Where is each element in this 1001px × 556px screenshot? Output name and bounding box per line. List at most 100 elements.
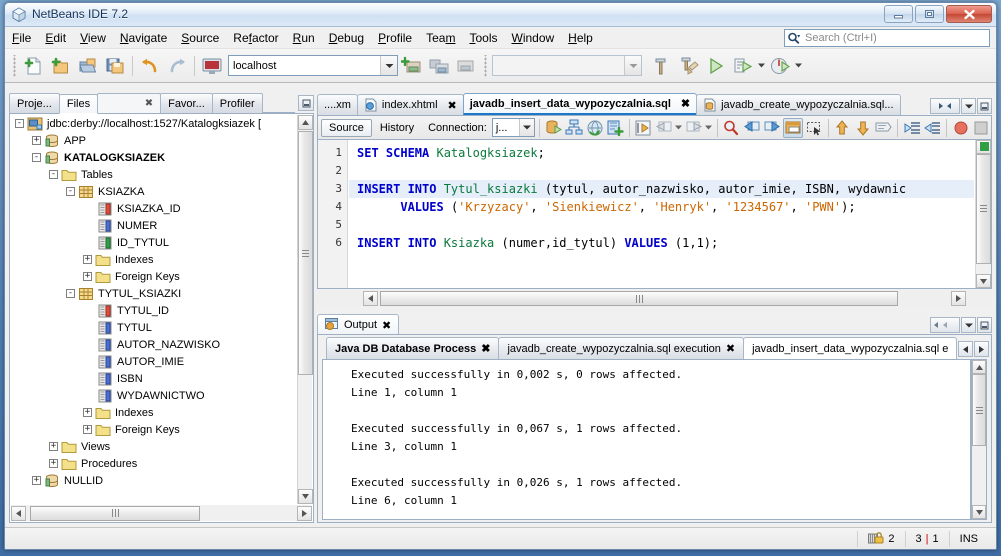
tree-node[interactable]: + NULLID (11, 472, 297, 489)
tab-files[interactable]: Files (58, 94, 99, 114)
toggle-rectangular-selection-button[interactable] (804, 118, 823, 138)
debug-dropdown-arrow[interactable] (757, 56, 766, 76)
code-scroll-right-button[interactable] (951, 291, 966, 306)
output-vertical-scrollbar[interactable] (971, 359, 987, 520)
comment-button[interactable] (874, 118, 893, 138)
output-tab-java-db-process[interactable]: Java DB Database Process ✖ (326, 337, 500, 359)
search-input[interactable]: Search (Ctrl+I) (784, 29, 990, 47)
database-tree[interactable]: - jdbc:derby://localhost:1527/Katalogksia… (11, 115, 297, 504)
chevron-down-icon-2[interactable] (624, 56, 641, 75)
editor-tab-list-button[interactable] (961, 98, 976, 114)
redo-button[interactable] (164, 53, 190, 79)
next-bookmark-button[interactable] (684, 118, 703, 138)
next-error-button[interactable] (853, 118, 872, 138)
notifications-status[interactable]: 2 (857, 530, 904, 547)
code-line[interactable]: VALUES ('Krzyzacy', 'Sienkiewicz', 'Henr… (349, 198, 974, 216)
expand-toggle-icon[interactable]: + (49, 459, 58, 468)
tree-node[interactable]: - Tables (11, 166, 297, 183)
tree-scroll-down-button[interactable] (298, 489, 313, 504)
collapse-toggle-icon[interactable]: - (66, 289, 75, 298)
menu-run[interactable]: Run (286, 28, 322, 48)
shift-left-button[interactable] (902, 118, 921, 138)
tree-node[interactable]: NUMER (11, 217, 297, 234)
tree-node[interactable]: - KATALOGKSIAZEK (11, 149, 297, 166)
tree-node[interactable]: + Indexes (11, 251, 297, 268)
menu-profile[interactable]: Profile (371, 28, 419, 48)
server-stop-button[interactable] (453, 53, 479, 79)
tree-node[interactable]: - TYTUL_KSIAZKI (11, 285, 297, 302)
code-scroll-down-button[interactable] (976, 274, 991, 288)
menu-navigate[interactable]: Navigate (113, 28, 174, 48)
editor-maximize-button[interactable] (977, 98, 992, 114)
editor-tab-insert-sql[interactable]: javadb_insert_data_wypozyczalnia.sql ✖ (462, 93, 698, 115)
output-maximize-button[interactable] (977, 317, 992, 333)
tree-node[interactable]: + Foreign Keys (11, 421, 297, 438)
close-icon[interactable]: ✖ (145, 98, 153, 109)
previous-error-button[interactable] (833, 118, 852, 138)
find-selection-button[interactable] (722, 118, 741, 138)
add-database-button[interactable] (605, 118, 624, 138)
server-icon-button[interactable] (199, 53, 225, 79)
tree-node[interactable]: AUTOR_IMIE (11, 353, 297, 370)
tree-scroll-left-button[interactable] (11, 505, 26, 521)
run-project-button[interactable] (703, 53, 729, 79)
editor-tab-index-xhtml[interactable]: index.xhtml ✖ (356, 94, 464, 115)
close-button[interactable] (946, 5, 992, 23)
toolbar-grip[interactable] (12, 54, 17, 77)
menu-tools[interactable]: Tools (462, 28, 504, 48)
expand-toggle-icon[interactable]: + (83, 425, 92, 434)
code-vertical-scrollbar[interactable] (975, 140, 991, 288)
previous-bookmark-button[interactable] (654, 118, 673, 138)
menu-window[interactable]: Window (504, 28, 561, 48)
expand-toggle-icon[interactable]: + (83, 408, 92, 417)
output-scroll-tabs-button[interactable] (930, 317, 960, 333)
tree-node[interactable]: WYDAWNICTWO (11, 387, 297, 404)
collapse-toggle-icon[interactable]: - (49, 170, 58, 179)
menu-refactor[interactable]: Refactor (226, 28, 285, 48)
tree-horizontal-scrollbar[interactable] (11, 505, 312, 521)
tree-node[interactable]: - KSIAZKA (11, 183, 297, 200)
server-config-combo[interactable]: localhost (228, 55, 398, 76)
open-project-button[interactable] (75, 53, 101, 79)
connection-combo[interactable]: j... (491, 118, 535, 137)
tree-hscroll-track[interactable] (26, 505, 297, 521)
tab-favorites[interactable]: Favor... (160, 93, 213, 113)
tree-node[interactable]: ISBN (11, 370, 297, 387)
editor-scroll-tabs-button[interactable] (930, 98, 960, 114)
tree-scroll-up-button[interactable] (298, 115, 313, 130)
expand-toggle-icon[interactable]: + (83, 255, 92, 264)
code-horizontal-scrollbar[interactable] (317, 290, 992, 307)
minimize-button[interactable] (884, 5, 913, 23)
code-content[interactable]: SET SCHEMA Katalogksiazek; INSERT INTO Ty… (349, 140, 974, 288)
close-icon[interactable]: ✖ (681, 97, 690, 110)
new-file-button[interactable] (21, 53, 47, 79)
find-previous-button[interactable] (742, 118, 761, 138)
code-line[interactable] (349, 162, 974, 180)
close-icon[interactable]: ✖ (481, 342, 490, 355)
tree-node[interactable]: ID_TYTUL (11, 234, 297, 251)
attach-server-button[interactable] (399, 53, 425, 79)
profile-dropdown-arrow[interactable] (794, 56, 803, 76)
source-view-button[interactable]: Source (321, 118, 372, 137)
expand-toggle-icon[interactable]: + (83, 272, 92, 281)
explorer-minimize-button[interactable] (298, 95, 314, 111)
insert-mode-status[interactable]: INS (948, 530, 988, 547)
toggle-highlight-button[interactable] (783, 117, 804, 138)
sql-code-editor[interactable]: 1 2 3 4 5 6 SET SCHEMA Katalogksiazek; INSERT … (317, 139, 992, 289)
chevron-down-icon-conn[interactable] (518, 119, 534, 136)
tree-node[interactable]: + Procedures (11, 455, 297, 472)
tree-node[interactable]: + APP (11, 132, 297, 149)
tab-projects[interactable]: Proje... (9, 93, 60, 113)
output-scroll-down-button[interactable] (972, 505, 986, 519)
tree-node[interactable]: TYTUL (11, 319, 297, 336)
tree-node[interactable]: + Views (11, 438, 297, 455)
project-config-combo[interactable] (492, 55, 642, 76)
tree-hscroll-thumb[interactable] (30, 505, 200, 521)
maximize-button[interactable] (915, 5, 944, 23)
debug-project-button[interactable] (730, 53, 756, 79)
expand-toggle-icon[interactable]: + (49, 442, 58, 451)
run-sql-button[interactable] (544, 118, 563, 138)
code-line[interactable]: INSERT INTO Ksiazka (numer,id_tytul) VAL… (349, 234, 974, 252)
close-icon[interactable]: ✖ (726, 342, 735, 355)
output-window-tab[interactable]: Output ✖ (317, 314, 400, 335)
